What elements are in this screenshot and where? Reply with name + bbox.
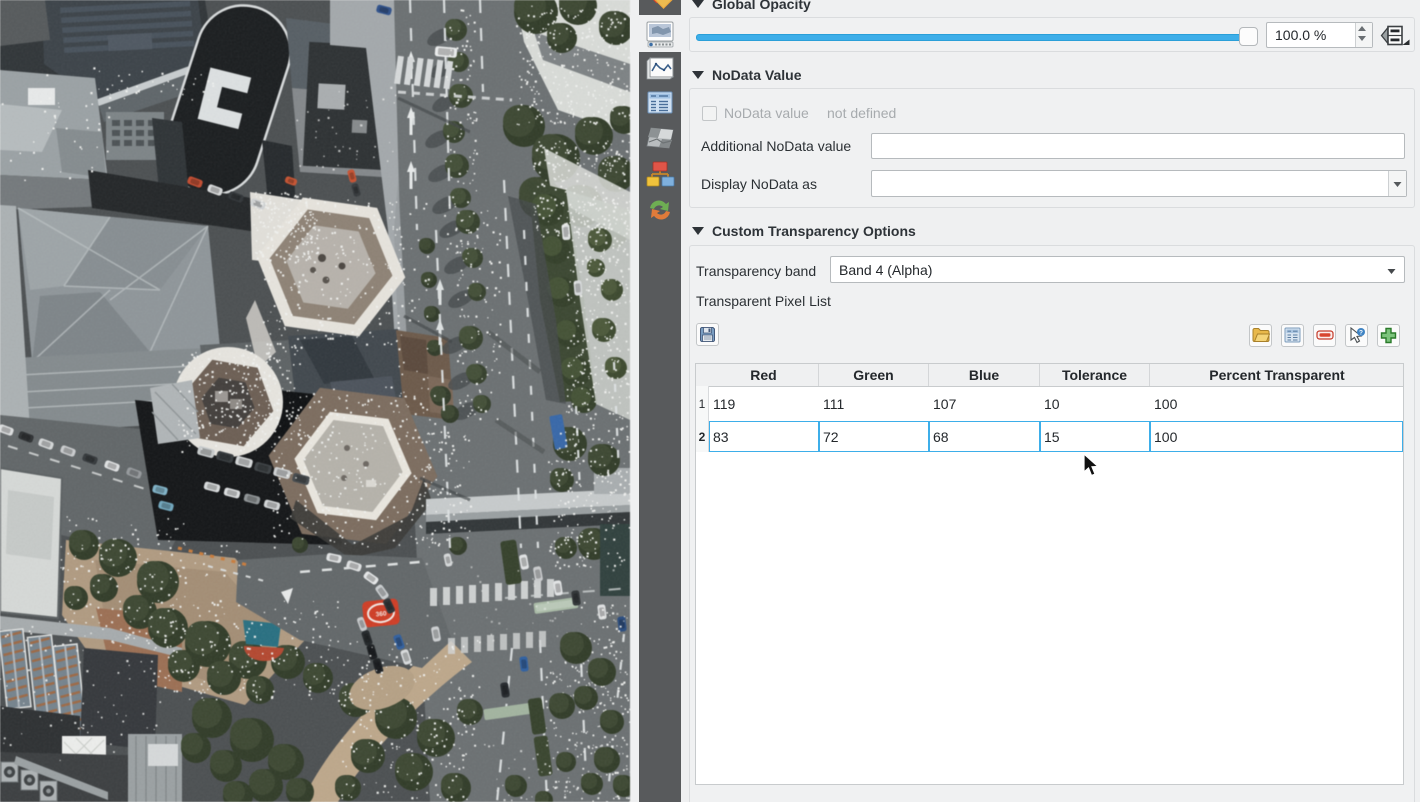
svg-text:?: ? xyxy=(1359,329,1363,336)
